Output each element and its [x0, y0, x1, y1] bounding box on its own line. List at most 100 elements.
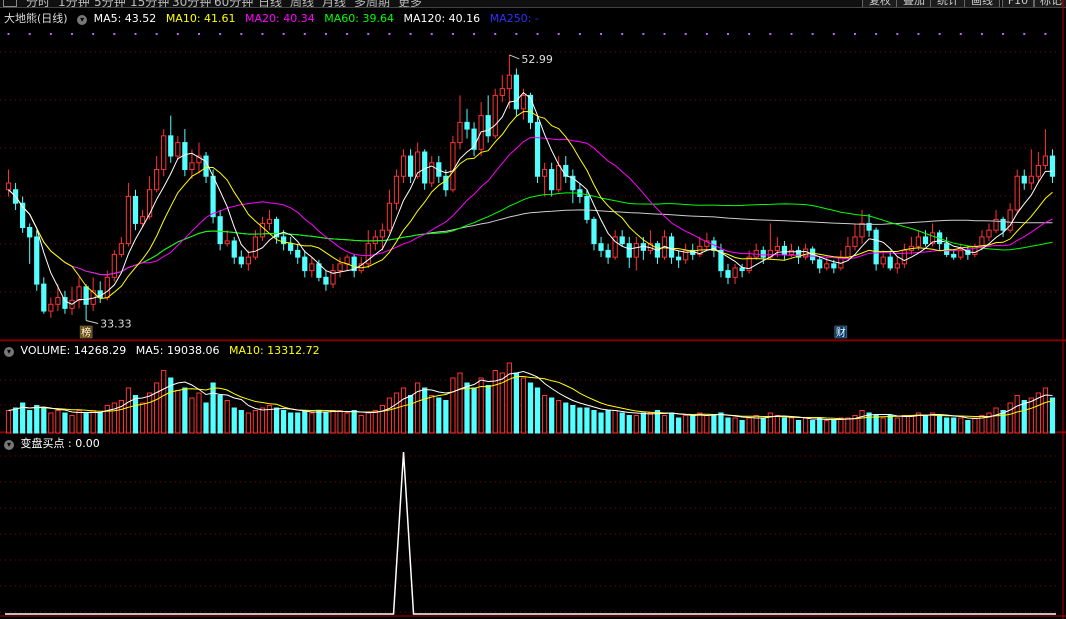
top-dot-marker — [367, 33, 370, 35]
top-dot-marker — [600, 33, 603, 35]
volume-bar — [464, 382, 470, 434]
candle-body — [1028, 175, 1034, 184]
candle-body — [189, 162, 195, 171]
candle-body — [146, 189, 153, 218]
volume-bar — [245, 412, 251, 434]
volume-bar — [231, 407, 237, 434]
candle-body — [958, 249, 964, 258]
expand-arrow-icon[interactable]: ▾ — [77, 15, 88, 25]
candle-body — [760, 249, 766, 258]
volume-bar — [1007, 402, 1013, 434]
top-dot-marker — [219, 33, 222, 35]
stock-title: 大地熊(日线) — [4, 12, 68, 25]
volume-bar — [513, 372, 520, 434]
volume-bar — [1021, 400, 1027, 434]
stock-chart[interactable]: 52.99 33.33 榜 财 — [0, 0, 1066, 619]
volume-bar — [880, 417, 886, 434]
volume-bar — [661, 415, 668, 434]
candle-body — [605, 249, 611, 258]
top-dot-marker — [917, 33, 920, 35]
volume-bar — [288, 412, 294, 434]
candle-body — [534, 121, 541, 177]
volume-bar — [795, 420, 802, 434]
volume-bar — [810, 420, 816, 434]
candle-body — [400, 155, 407, 177]
volume-bar — [534, 387, 541, 434]
volume-bar — [859, 410, 865, 434]
candle-body — [48, 303, 54, 312]
candle-body — [1049, 155, 1056, 177]
top-dot-marker — [1044, 33, 1047, 35]
volume-bar — [83, 412, 89, 434]
volume-bar — [203, 402, 209, 434]
volume-bar — [386, 397, 393, 434]
volume-bar — [887, 415, 893, 434]
candle-body — [513, 74, 520, 110]
candle-body — [915, 236, 922, 247]
top-dot-marker — [875, 33, 878, 35]
volume-bar — [217, 395, 223, 434]
volume-bar — [746, 417, 752, 434]
candle-body — [450, 142, 456, 191]
high-pointer — [509, 54, 520, 60]
volume-bar — [697, 412, 703, 434]
volume-bar — [34, 405, 40, 434]
volume-bar — [196, 392, 202, 434]
candle-body — [951, 253, 957, 258]
candle-body — [774, 245, 780, 251]
volume-bar — [866, 412, 872, 434]
volume-bar — [605, 410, 611, 434]
volume-bar — [393, 392, 400, 434]
event-marker-text: 榜 — [81, 326, 91, 339]
volume-bar — [302, 410, 308, 434]
legend-ma20: MA20: 40.34 — [245, 12, 315, 25]
top-dot-marker — [388, 33, 391, 35]
top-dot-marker — [282, 33, 285, 35]
volume-bar — [457, 372, 463, 434]
candle-body — [309, 263, 315, 272]
volume-bar — [591, 410, 597, 434]
candle-body — [944, 243, 950, 255]
volume-bar — [922, 415, 929, 434]
candle-body — [831, 263, 837, 269]
candle-body — [626, 243, 632, 258]
volume-bar — [725, 417, 731, 434]
candle-body — [732, 267, 738, 278]
volume-bar — [541, 395, 548, 434]
volume-bar — [161, 370, 167, 434]
volume-bar — [111, 402, 117, 434]
volume-arrow-icon[interactable]: ▾ — [4, 347, 14, 357]
candle-body — [344, 256, 350, 265]
candle-body — [210, 175, 216, 218]
candle-body — [506, 74, 512, 90]
volume-bar — [422, 387, 428, 434]
volume-bar — [647, 412, 654, 434]
top-dot-marker — [1023, 33, 1026, 35]
volume-bar — [154, 382, 160, 434]
top-dot-marker — [705, 33, 708, 35]
top-dot-marker — [134, 33, 137, 35]
top-dot-marker — [7, 33, 10, 35]
volume-bar — [563, 402, 569, 434]
top-dot-marker — [769, 33, 772, 35]
top-dot-marker — [790, 33, 793, 35]
volume-bar — [570, 405, 576, 434]
top-dot-marker — [621, 33, 624, 35]
top-dot-marker — [642, 33, 645, 35]
candle-body — [5, 182, 12, 191]
volume-bar — [210, 382, 216, 434]
volume-bar — [577, 407, 583, 434]
volume-bar — [683, 415, 689, 434]
candle-body — [175, 142, 181, 157]
volume-bar — [182, 387, 188, 434]
candle-body — [41, 283, 47, 312]
candle-body — [584, 195, 590, 220]
top-dot-marker — [557, 33, 560, 35]
volume-bar — [598, 412, 604, 434]
candle-body — [979, 236, 985, 247]
legend-ma120: MA120: 40.16 — [403, 12, 481, 25]
price-legend: 大地熊(日线) ▾ MA5: 43.52 MA10: 41.61 MA20: 4… — [4, 10, 545, 26]
signal-arrow-icon[interactable]: ▾ — [4, 440, 14, 450]
volume-bar — [640, 412, 646, 434]
candle-body — [598, 243, 604, 251]
